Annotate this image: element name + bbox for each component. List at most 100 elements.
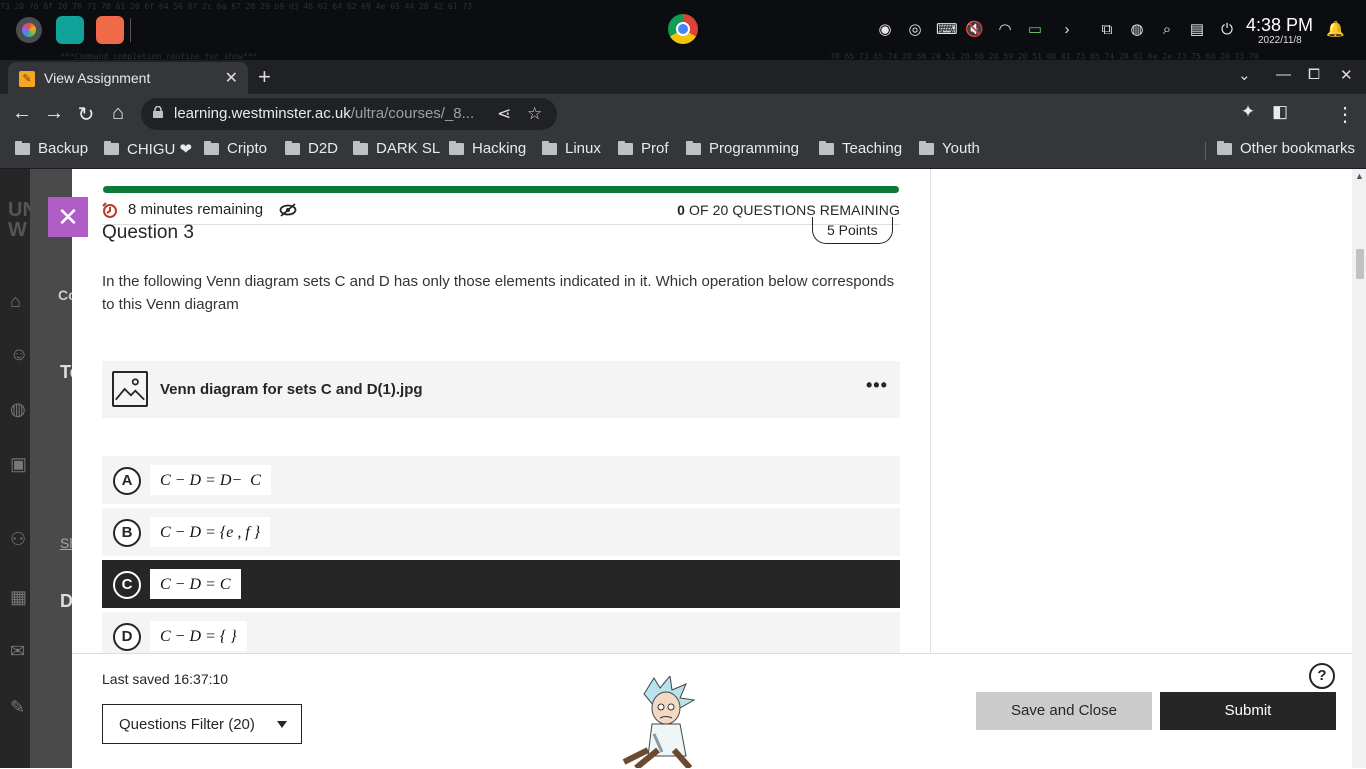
folder-icon [15, 140, 30, 155]
activity-icon[interactable]: ◍ [1128, 21, 1146, 39]
option-letter: D [113, 623, 141, 651]
notification-bell-icon[interactable]: 🔔 [1326, 21, 1345, 39]
questions-remaining-count: 0 [677, 202, 686, 218]
bookmark-backup[interactable]: Backup [15, 140, 88, 157]
last-saved: Last saved 16:37:10 [102, 671, 229, 687]
scroll-up-icon[interactable]: ▲ [1355, 171, 1364, 181]
grades-icon: ✎ [10, 697, 26, 717]
power-icon[interactable]: ⏻ [1218, 21, 1236, 39]
files-app-icon[interactable] [56, 16, 84, 44]
folder-icon [686, 140, 701, 155]
bookmark-prof[interactable]: Prof [618, 140, 669, 157]
courses-icon: ▣ [10, 454, 28, 474]
minimize-icon[interactable]: — [1276, 66, 1291, 83]
bookmark-star-icon[interactable]: ☆ [527, 104, 542, 124]
bookmark-label: Programming [709, 140, 800, 157]
progress-bar [103, 186, 899, 193]
question-text: In the following Venn diagram sets C and… [102, 273, 895, 313]
bookmark-label: Linux [565, 140, 601, 157]
tab-search-icon[interactable]: ⌄ [1238, 66, 1251, 84]
answer-option-c[interactable]: C C − D = C [102, 560, 900, 608]
answer-option-b[interactable]: B C − D = {e , f } [102, 508, 900, 556]
url-text[interactable]: learning.westminster.ac.uk/ultra/courses… [174, 105, 474, 122]
questions-filter-dropdown[interactable]: Questions Filter (20) [102, 704, 302, 744]
keyboard-icon[interactable]: ⌨ [936, 21, 958, 39]
chrome-tray-icon[interactable]: ◎ [906, 21, 924, 39]
answer-option-a[interactable]: A C − D = D− C [102, 456, 900, 504]
bookmark-d2d[interactable]: D2D [285, 140, 338, 157]
help-icon[interactable]: ? [1309, 663, 1335, 689]
maximize-icon[interactable]: ⧠ [1308, 66, 1320, 83]
hide-timer-eye-icon[interactable] [279, 202, 297, 217]
bookmark-divider [1205, 142, 1206, 160]
bookmark-hacking[interactable]: Hacking [449, 140, 526, 157]
puzzle-extensions-icon[interactable]: ✦ [1236, 102, 1260, 122]
screen-capture-icon[interactable]: ⧉ [1098, 21, 1116, 39]
folder-icon [1217, 140, 1232, 155]
chrome-icon[interactable] [668, 14, 698, 44]
groups-icon: ⚇ [10, 529, 27, 549]
folder-icon [819, 140, 834, 155]
more-options-icon[interactable]: ••• [866, 375, 888, 396]
clock[interactable]: 4:38 PM [1246, 15, 1313, 36]
bookmark-chigu[interactable]: CHIGU ❤ [104, 140, 192, 158]
app-grid-icon[interactable] [96, 16, 124, 44]
question-title: Question 3 [102, 222, 194, 243]
option-letter: A [113, 467, 141, 495]
folder-icon [618, 140, 633, 155]
folder-icon [204, 140, 219, 155]
battery-icon[interactable]: ▭ [1026, 21, 1044, 39]
address-bar[interactable]: learning.westminster.ac.uk/ultra/courses… [141, 98, 557, 130]
bookmark-cripto[interactable]: Cripto [204, 140, 267, 157]
option-expression: C − D = {e , f } [150, 517, 271, 547]
bookmark-programming[interactable]: Programming [686, 140, 799, 157]
pencil-favicon-icon: ✎ [19, 71, 35, 87]
image-file-icon [112, 371, 148, 407]
bookmark-teaching[interactable]: Teaching [819, 140, 902, 157]
option-letter: B [113, 519, 141, 547]
side-panel-icon[interactable]: ◧ [1268, 102, 1292, 122]
window-close-icon[interactable]: ✕ [1340, 66, 1353, 84]
forward-icon[interactable]: → [42, 102, 66, 125]
scrollbar-thumb[interactable] [1356, 249, 1364, 279]
header-divider [102, 224, 900, 225]
bookmark-linux[interactable]: Linux [542, 140, 601, 157]
mute-icon[interactable]: 🔇 [965, 21, 984, 39]
attachment-name[interactable]: Venn diagram for sets C and D(1).jpg [160, 381, 423, 398]
close-assignment-button[interactable]: ✕ [48, 197, 88, 237]
wifi-icon[interactable]: ◠ [996, 21, 1014, 39]
folder-icon [449, 140, 464, 155]
bookmark-label: Teaching [842, 140, 903, 157]
bookmark-youth[interactable]: Youth [919, 140, 980, 157]
bookmark-other[interactable]: Other bookmarks [1217, 140, 1355, 157]
tab-view-assignment[interactable]: ✎ View Assignment ✕ [8, 62, 248, 94]
system-shelf: 73 20 76 6f 20 70 71 70 61 20 6f 64 56 6… [0, 0, 1366, 61]
reload-icon[interactable]: ↻ [74, 102, 98, 127]
questions-remaining-text: OF 20 QUESTIONS REMAINING [689, 202, 900, 218]
answer-option-d[interactable]: D C − D = { } [102, 612, 900, 653]
questions-remaining: 0 OF 20 QUESTIONS REMAINING [677, 202, 900, 218]
timer-icon [102, 201, 117, 218]
date[interactable]: 2022/11/8 [1258, 35, 1302, 46]
search-icon[interactable]: ⌕ [1158, 21, 1176, 39]
bookmark-label: Prof [641, 140, 669, 157]
submit-button[interactable]: Submit [1160, 692, 1336, 730]
save-and-close-button[interactable]: Save and Close [976, 692, 1152, 730]
back-icon[interactable]: ← [10, 102, 34, 125]
bookmark-label: D2D [308, 140, 339, 157]
keyboard-tray-icon[interactable]: ▤ [1188, 21, 1206, 39]
share-icon[interactable]: ⋖ [497, 104, 511, 124]
chevron-right-icon[interactable]: › [1058, 21, 1076, 39]
tray-app-icon[interactable]: ◉ [876, 21, 894, 39]
menu-kebab-icon[interactable]: ⋮ [1333, 102, 1357, 127]
tab-close-icon[interactable]: ✕ [225, 68, 238, 88]
bookmark-dark-sl[interactable]: DARK SL [353, 140, 440, 157]
home-icon[interactable]: ⌂ [106, 102, 130, 125]
launcher-icon[interactable] [16, 17, 42, 43]
bookmark-label: CHIGU ❤ [127, 141, 193, 158]
background-overlay: Co Te Sh D [30, 169, 80, 768]
scrollbar[interactable]: ▲ [1352, 169, 1366, 768]
points-badge: 5 Points [812, 217, 893, 244]
new-tab-button[interactable]: + [258, 64, 271, 90]
attachment[interactable]: Venn diagram for sets C and D(1).jpg ••• [102, 361, 900, 418]
